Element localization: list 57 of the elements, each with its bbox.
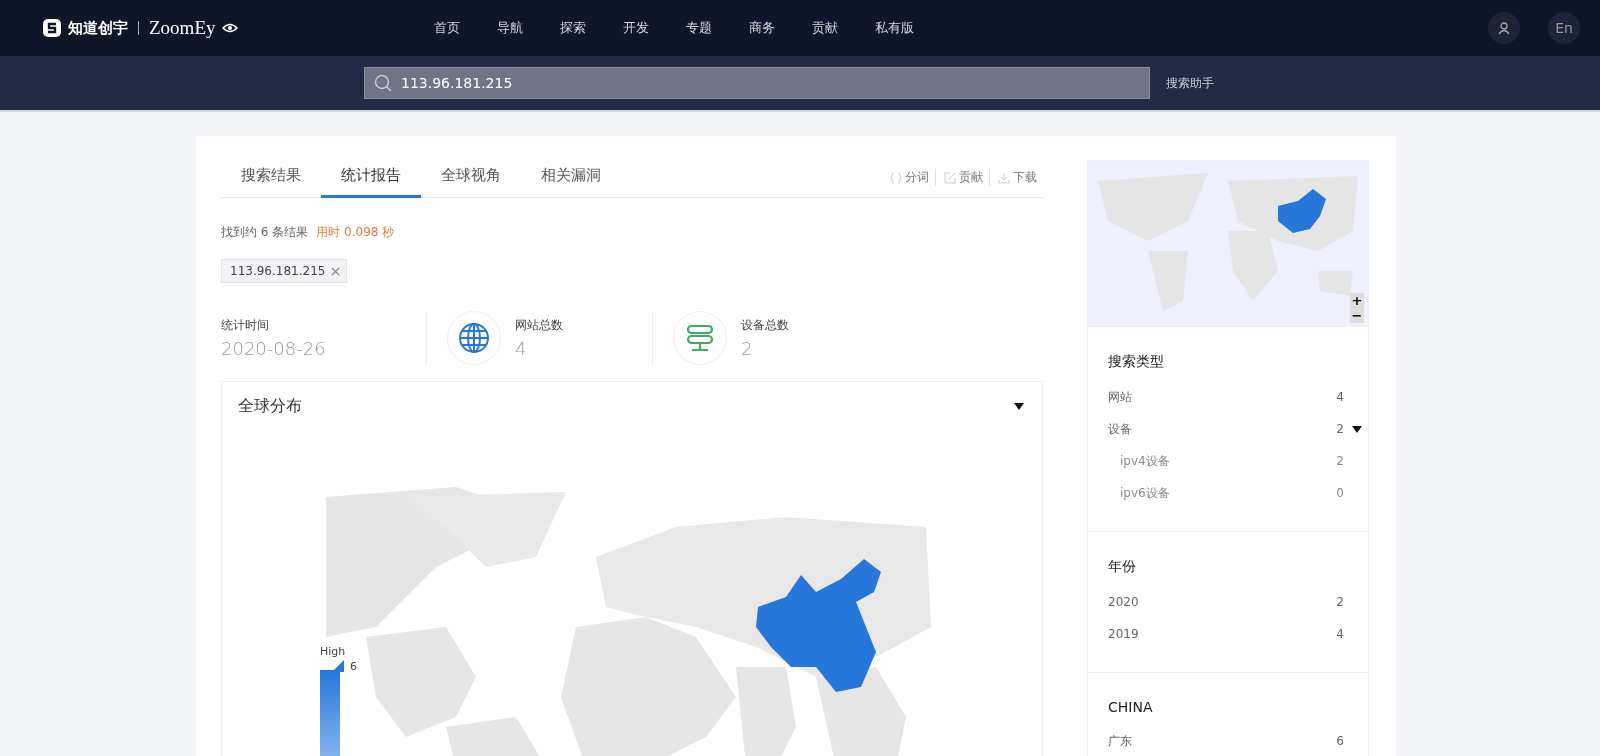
logo-icon (42, 18, 62, 38)
tab[interactable]: 统计报告 (321, 158, 421, 198)
tab[interactable]: 相关漏洞 (521, 158, 621, 198)
language-button[interactable]: En (1548, 12, 1580, 44)
nav-link[interactable]: 私有版 (875, 19, 938, 37)
stat-label: 统计时间 (221, 317, 270, 334)
facet-subitem[interactable]: ipv4设备 2 (1108, 445, 1348, 477)
close-icon[interactable] (331, 266, 341, 276)
nav-link[interactable]: 探索 (560, 19, 623, 37)
nav-link[interactable]: 专题 (686, 19, 749, 37)
legend-handle-icon[interactable] (332, 660, 344, 672)
brand-name: ZoomEy (149, 17, 216, 39)
braces-icon (890, 171, 902, 184)
action-link[interactable]: 分词 (882, 169, 935, 186)
nav-link[interactable]: 导航 (497, 19, 560, 37)
facet-title: CHINA (1108, 699, 1154, 715)
facet-subitem[interactable]: ipv6设备 0 (1108, 477, 1348, 509)
facet-item[interactable]: 2020 2 (1108, 586, 1348, 618)
facet-item[interactable]: 设备 2 (1108, 413, 1348, 445)
zoom-out-button[interactable]: − (1350, 308, 1364, 323)
facet-item[interactable]: 2019 4 (1108, 618, 1348, 650)
tab[interactable]: 搜索结果 (221, 158, 321, 198)
zoom-in-button[interactable]: + (1350, 293, 1364, 308)
stat-label: 设备总数 (741, 317, 789, 334)
stat-value: 2 (741, 338, 754, 359)
result-count: 找到约 6 条结果 (221, 224, 309, 241)
filter-tag[interactable]: 113.96.181.215 (221, 259, 348, 283)
facet-item[interactable]: 广东 6 (1108, 725, 1348, 756)
download-icon (998, 171, 1010, 184)
tab[interactable]: 全球视角 (421, 158, 521, 198)
eye-icon (221, 23, 238, 33)
search-time: 用时 0.098 秒 (316, 224, 395, 241)
stat-value: 2020-08-26 (221, 338, 326, 359)
panel-title: 全球分布 (238, 396, 302, 417)
stat-value: 4 (515, 338, 528, 359)
globe-icon (458, 322, 490, 354)
stat-label: 网站总数 (515, 317, 563, 334)
nav-link[interactable]: 贡献 (812, 19, 875, 37)
search-helper-link[interactable]: 搜索助手 (1166, 74, 1214, 92)
expand-icon[interactable] (1352, 426, 1362, 434)
dropdown-icon[interactable] (1014, 402, 1024, 411)
legend-label: High (320, 645, 347, 658)
facet-item[interactable]: 网站 4 (1108, 381, 1348, 413)
logo-text: 知道创宇 (68, 18, 128, 38)
nav-link[interactable]: 商务 (749, 19, 812, 37)
user-icon (1497, 21, 1511, 35)
facet-title: 年份 (1108, 558, 1137, 576)
nav-link[interactable]: 开发 (623, 19, 686, 37)
search-field[interactable]: 113.96.181.215 (364, 67, 1150, 99)
action-link[interactable]: 下载 (989, 169, 1043, 186)
facet-title: 搜索类型 (1108, 353, 1165, 371)
nav-link[interactable]: 首页 (434, 19, 497, 37)
action-link[interactable]: 贡献 (935, 169, 989, 186)
legend-value: 6 (350, 660, 357, 673)
server-icon (684, 322, 716, 354)
user-button[interactable] (1488, 12, 1520, 44)
edit-icon (944, 171, 956, 184)
